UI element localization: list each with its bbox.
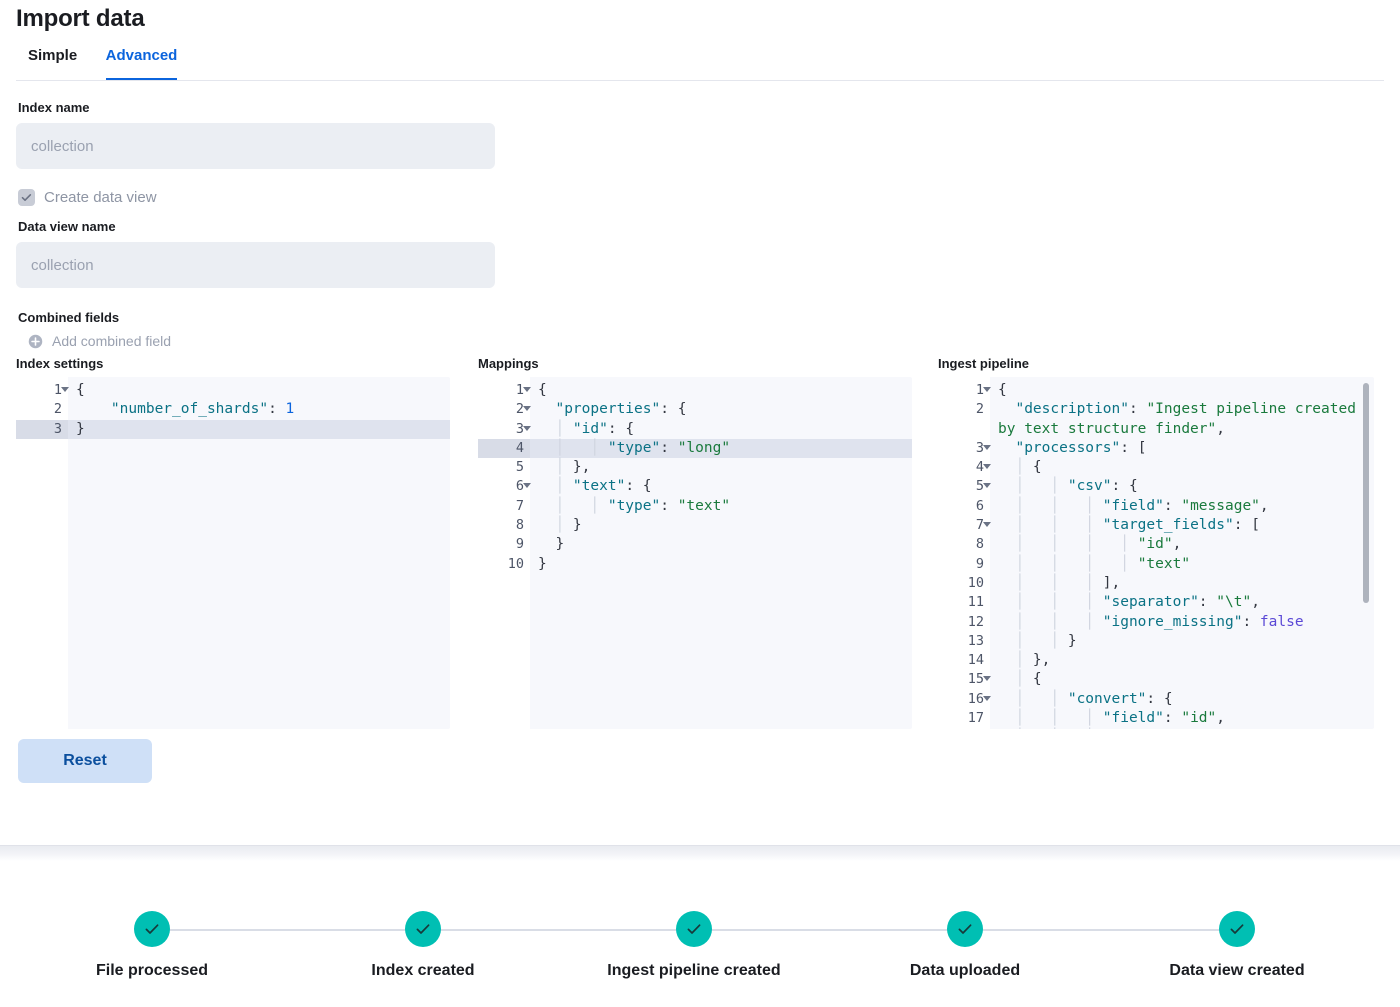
mappings-title: Mappings — [478, 356, 539, 371]
fold-arrow-icon[interactable] — [523, 406, 531, 412]
index-name-input[interactable] — [16, 123, 495, 169]
progress-step-label: Data uploaded — [909, 962, 1021, 979]
fold-arrow-icon[interactable] — [983, 444, 991, 450]
line-number: 3 — [16, 419, 68, 439]
line-number: 9 — [515, 536, 524, 553]
line-number: 5 — [938, 477, 991, 496]
plus-circle-icon — [28, 334, 43, 349]
editors-region: Index settings 1 2 3 { "number_of_shards… — [16, 355, 1384, 729]
progress-step-label: Ingest pipeline created — [607, 962, 781, 979]
ingest-pipeline-scrollbar[interactable] — [1363, 383, 1369, 603]
progress-step-ingest-pipeline-created: Ingest pipeline created — [554, 900, 834, 980]
mappings-block: Mappings 1 2 3 4 5 6 7 8 9 10 {"propert… — [478, 355, 912, 729]
line-number: 6 — [975, 497, 984, 514]
fold-arrow-icon[interactable] — [983, 483, 991, 489]
page-title: Import data — [16, 5, 145, 32]
mappings-editor[interactable]: 1 2 3 4 5 6 7 8 9 10 {"properties": {│… — [478, 377, 912, 729]
add-combined-field-label: Add combined field — [52, 333, 172, 349]
line-number: 1 — [938, 381, 991, 400]
fold-arrow-icon[interactable] — [983, 387, 991, 392]
line-number: 2 — [478, 400, 531, 419]
progress-step-index-created: Index created — [308, 900, 538, 980]
fold-arrow-icon[interactable] — [983, 522, 991, 528]
line-number: 5 — [515, 459, 524, 476]
progress-step-data-view-created: Data view created — [1112, 900, 1362, 980]
mappings-gutter: 1 2 3 4 5 6 7 8 9 10 — [478, 377, 531, 729]
line-number: 10 — [507, 555, 524, 572]
tab-advanced[interactable]: Advanced — [94, 43, 190, 80]
check-circle-icon — [676, 911, 712, 947]
line-number: 8 — [515, 517, 524, 534]
line-number: 10 — [967, 574, 984, 591]
fold-arrow-icon[interactable] — [61, 387, 69, 392]
mappings-code[interactable]: { "properties": { │ "id": { │ │ "type": … — [530, 377, 912, 729]
line-number: 14 — [967, 652, 984, 669]
create-data-view-row[interactable]: Create data view — [18, 189, 1384, 206]
progress-step-label: Data view created — [1169, 962, 1305, 979]
index-settings-gutter: 1 2 3 — [16, 377, 69, 729]
data-view-name-label: Data view name — [18, 219, 116, 234]
line-number: 2 — [53, 401, 62, 418]
line-number: 1 — [16, 381, 69, 400]
index-settings-title: Index settings — [16, 356, 104, 371]
line-number: 8 — [975, 536, 984, 553]
ingest-pipeline-gutter: 1 2 3 4 5 6 7 8 9 10 11 12 13 14 15 16 1… — [938, 377, 991, 729]
index-settings-code[interactable]: { "number_of_shards": 1 } — [68, 377, 450, 729]
line-number: 13 — [967, 632, 984, 649]
line-number: 6 — [478, 477, 531, 496]
ingest-pipeline-editor[interactable]: 1 2 3 4 5 6 7 8 9 10 11 12 13 14 15 16 1… — [938, 377, 1374, 729]
progress-step-data-uploaded: Data uploaded — [850, 900, 1080, 980]
ingest-pipeline-code[interactable]: { "description": "Ingest pipeline create… — [990, 377, 1374, 729]
combined-fields-label: Combined fields — [18, 310, 120, 325]
fold-arrow-icon[interactable] — [983, 676, 991, 682]
check-circle-icon — [1219, 911, 1255, 947]
reset-button[interactable]: Reset — [18, 739, 152, 783]
line-number: 1 — [478, 381, 531, 400]
fold-arrow-icon[interactable] — [523, 425, 531, 431]
line-number: 4 — [938, 458, 991, 477]
line-number: 2 — [975, 401, 984, 418]
index-settings-block: Index settings 1 2 3 { "number_of_shards… — [16, 355, 450, 729]
progress-step-file-processed: File processed — [37, 900, 267, 980]
index-name-label: Index name — [18, 100, 90, 115]
section-divider — [0, 845, 1400, 861]
line-number: 16 — [938, 690, 991, 709]
import-data-page: Import data Simple Advanced Index name C… — [0, 0, 1400, 1007]
add-combined-field-button[interactable]: Add combined field — [28, 333, 1384, 349]
ingest-pipeline-title: Ingest pipeline — [938, 356, 1030, 371]
line-number: 18 — [938, 728, 990, 729]
fold-arrow-icon[interactable] — [523, 387, 531, 392]
tab-simple[interactable]: Simple — [16, 43, 89, 80]
progress-step-label: File processed — [95, 962, 209, 979]
line-number: 17 — [967, 710, 984, 727]
import-data-panel: Import data Simple Advanced Index name C… — [0, 0, 1400, 783]
create-data-view-label: Create data view — [44, 189, 157, 206]
fold-arrow-icon[interactable] — [983, 464, 991, 470]
fold-arrow-icon[interactable] — [983, 695, 991, 701]
line-number: 3 — [938, 439, 991, 458]
check-circle-icon — [947, 911, 983, 947]
check-icon[interactable] — [18, 189, 35, 206]
line-number: 9 — [975, 555, 984, 572]
tab-bar: Simple Advanced — [16, 43, 1384, 81]
line-number: 4 — [478, 438, 530, 459]
progress-step-label: Index created — [371, 962, 475, 979]
line-number: 7 — [938, 516, 991, 535]
fold-arrow-icon[interactable] — [523, 483, 531, 489]
check-circle-icon — [134, 911, 170, 947]
ingest-pipeline-block: Ingest pipeline 1 2 3 4 5 6 7 8 9 10 11 … — [938, 355, 1374, 729]
data-view-name-input[interactable] — [16, 242, 495, 288]
index-settings-editor[interactable]: 1 2 3 { "number_of_shards": 1 } — [16, 377, 450, 729]
line-number: 15 — [938, 670, 991, 689]
line-number: 11 — [967, 594, 984, 611]
line-number: 3 — [478, 420, 531, 439]
tab-bar-underline — [16, 80, 1384, 81]
line-number: 7 — [515, 497, 524, 514]
check-circle-icon — [405, 911, 441, 947]
progress-steps: File processed Index created Ingest pipe… — [0, 900, 1400, 1007]
line-number: 12 — [967, 613, 984, 630]
